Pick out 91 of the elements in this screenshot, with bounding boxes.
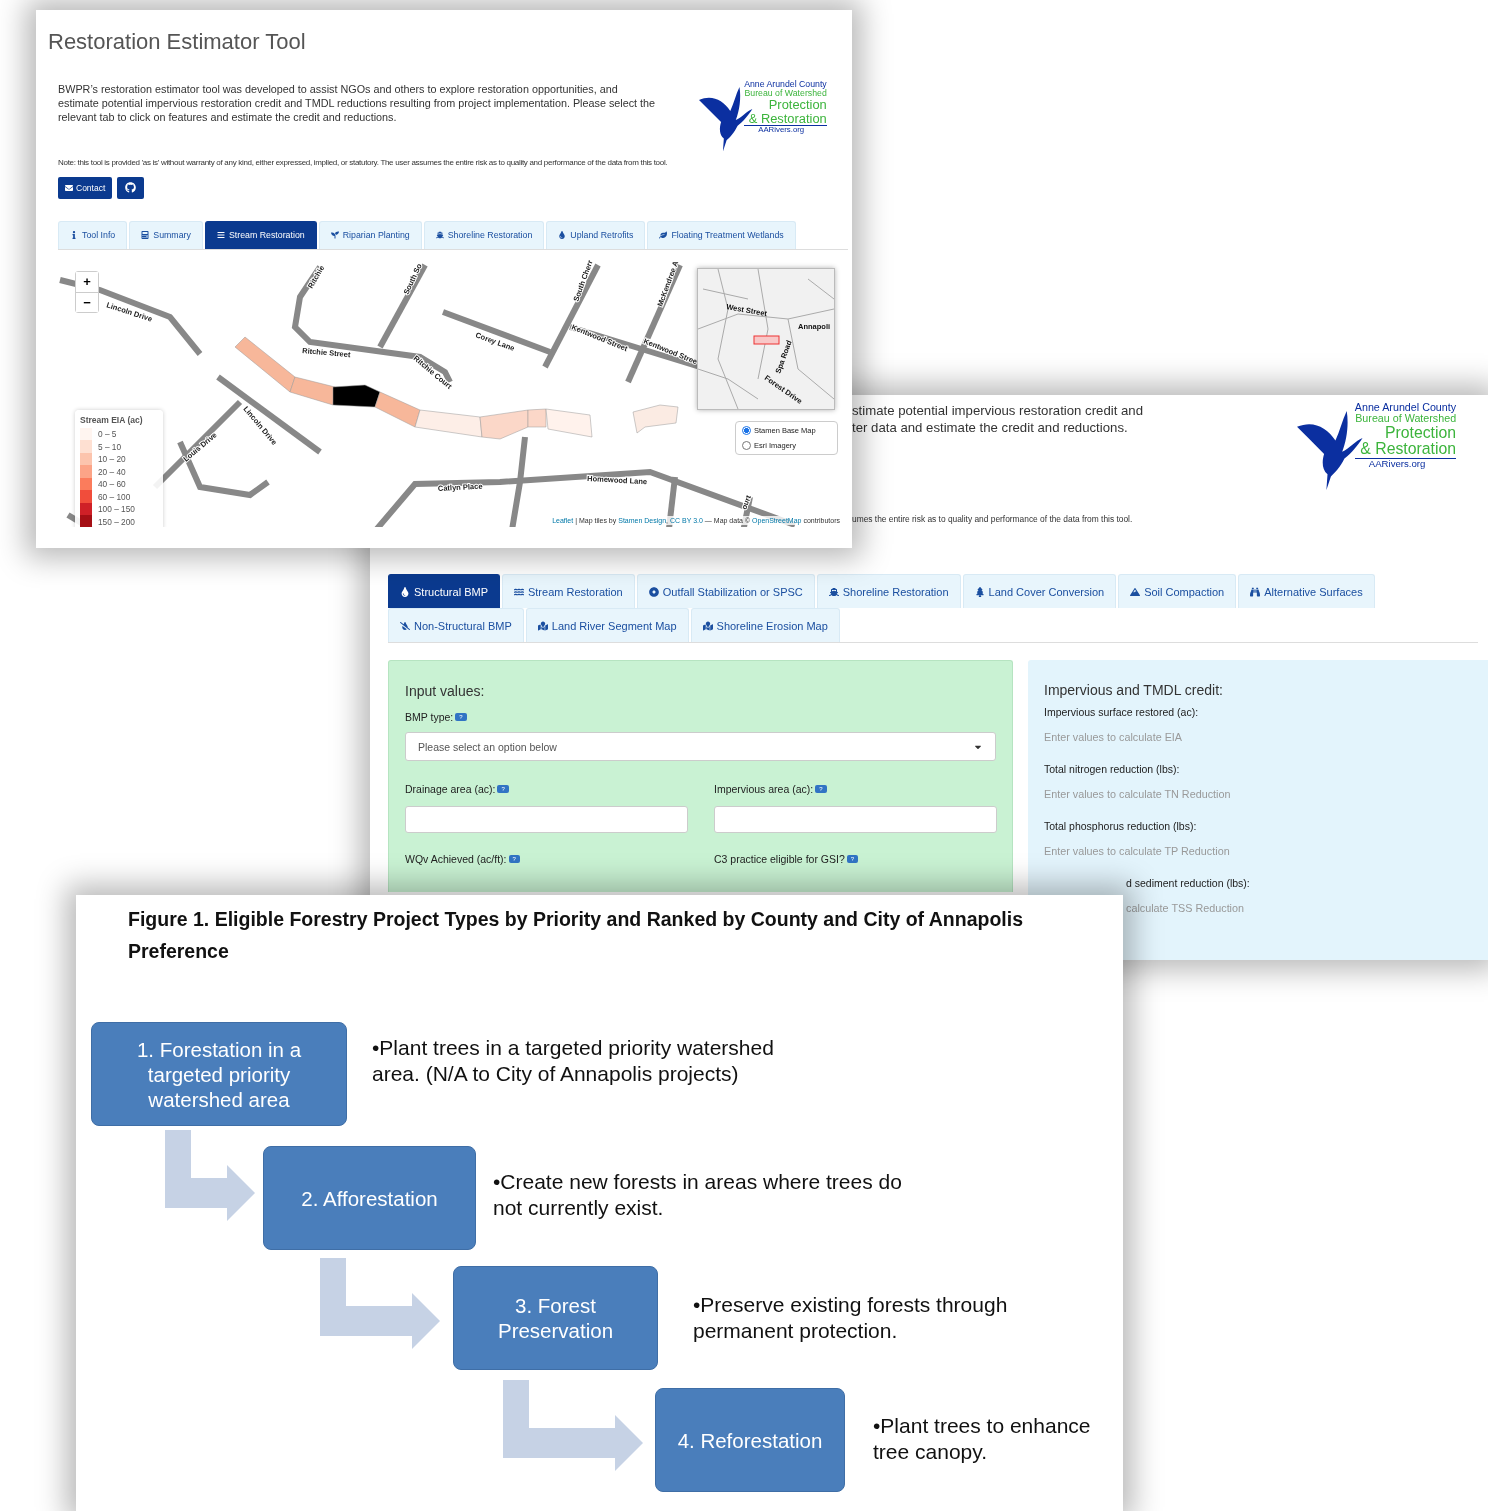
legend-label: 20 – 40	[98, 466, 126, 477]
droplet-icon	[400, 586, 410, 597]
step-description: •Create new forests in areas where trees do not currently exist.	[493, 1169, 903, 1221]
disclaimer-text: umes the entire risk as to quality and performance of the data from this tool.	[852, 514, 1134, 524]
intro-text: ter data and estimate the credit and reductions.	[852, 419, 1129, 436]
panel-heading: Input values:	[405, 683, 486, 699]
result-hint: Enter values to calculate TN Reduction	[1044, 788, 1232, 800]
tab[interactable]: Land Cover Conversion	[962, 574, 1117, 608]
bmp-type-select[interactable]: Please select an option below	[405, 732, 996, 761]
legend-label: 5 – 10	[98, 441, 122, 452]
intro-text: stimate potential impervious restoration credit and	[852, 402, 1143, 419]
tab[interactable]: Land River Segment Map	[525, 608, 689, 642]
contact-button[interactable]: Contact	[58, 176, 113, 199]
step-description: •Plant trees to enhance tree canopy.	[873, 1413, 1092, 1465]
legend-label: 0 – 5	[98, 429, 117, 439]
field-label: Impervious area (ac):	[714, 783, 814, 795]
result-label: Impervious surface restored (ac):	[1044, 706, 1200, 718]
step-box: 3. Forest Preservation	[453, 1266, 658, 1370]
tab[interactable]: Outfall Stabilization or SPSC	[636, 574, 815, 608]
result-label: Total nitrogen reduction (lbs):	[1044, 763, 1181, 775]
tab[interactable]: Floating Treatment Wetlands	[647, 220, 796, 249]
ship-icon	[828, 586, 839, 597]
droplet-slash-icon	[400, 620, 410, 631]
logo-text: Anne Arundel County	[744, 80, 827, 90]
result-label: Total phosphorus reduction (lbs):	[1044, 820, 1198, 832]
field-label: Drainage area (ac):	[405, 783, 496, 795]
octocat-icon	[125, 182, 137, 194]
waves-icon	[513, 586, 524, 597]
step-description: •Preserve existing forests through permanent protection.	[693, 1292, 1009, 1344]
legend-label: 100 – 150	[98, 504, 135, 514]
input-field[interactable]	[405, 806, 688, 833]
target-icon	[648, 586, 659, 597]
logo-text: Bureau of Watershed	[744, 89, 827, 99]
tab[interactable]: Non-Structural BMP	[388, 608, 524, 642]
result-hint: calculate TSS Reduction	[1126, 902, 1246, 914]
legend-label: 150 – 200	[98, 516, 135, 527]
info-icon	[70, 231, 78, 240]
leaf-icon	[659, 231, 668, 240]
tab[interactable]: Riparian Planting	[318, 220, 422, 249]
map-icon	[702, 620, 713, 631]
result-hint: Enter values to calculate EIA	[1044, 731, 1184, 743]
field-label: BMP type:	[405, 711, 454, 723]
intro-text: BWPR’s restoration estimator tool was developed to assist NGOs and others to explore restoration opportunities, and estimate potential impervious restoration credit and TMDL reductions resulting from project implementation. Please select the relevant tab to click on features and estimate the credit and reductions.	[58, 82, 657, 125]
logo-text: Protection	[768, 98, 827, 112]
logo-text: Protection	[1384, 424, 1457, 442]
zoom-out-button[interactable]: −	[76, 291, 98, 312]
binoculars-icon	[1250, 586, 1261, 597]
input-field[interactable]	[714, 806, 997, 833]
figure-title: Figure 1. Eligible Forestry Project Types by Priority and Ranked by County and City of Annapolis Preference	[127, 907, 1024, 964]
field-label: WQv Achieved (ac/ft):	[405, 853, 507, 865]
tab[interactable]: Structural BMP	[388, 574, 500, 608]
tab[interactable]: Alternative Surfaces	[1238, 574, 1375, 608]
logo-text: & Restoration	[1360, 441, 1457, 458]
logo-text: Bureau of Watershed	[1355, 413, 1457, 425]
tab[interactable]: Shoreline Restoration	[816, 574, 961, 608]
step-box: 2. Afforestation	[263, 1146, 476, 1250]
legend-label: 10 – 20	[98, 454, 126, 464]
droplet-icon	[558, 231, 567, 240]
mountain-icon	[1130, 586, 1141, 597]
ship-icon	[435, 231, 444, 240]
panel-heading: Impervious and TMDL credit:	[1044, 682, 1224, 698]
tab[interactable]: Upland Retrofits	[546, 220, 646, 249]
minimap-extent	[753, 335, 780, 345]
result-label: d sediment reduction (lbs):	[1126, 877, 1251, 889]
menu-icon	[216, 231, 225, 240]
tree-icon	[974, 586, 985, 597]
step-box: 1. Forestation in a targeted priority watershed area	[91, 1022, 347, 1126]
tab[interactable]: Stream Restoration	[501, 574, 635, 608]
page-title: Restoration Estimator Tool	[47, 28, 307, 56]
field-label: C3 practice eligible for GSI?	[714, 853, 845, 865]
tab[interactable]: Shoreline Restoration	[423, 220, 545, 249]
logo-text: & Restoration	[748, 111, 827, 126]
disclaimer-text: Note: this tool is provided 'as is' without warranty of any kind, either expressed, implied, or statutory. The user assumes the entire risk as to quality and performance of the data from this tool.	[58, 157, 669, 167]
github-button[interactable]	[117, 176, 145, 199]
step-box: 4. Reforestation	[655, 1388, 845, 1492]
legend-label: 40 – 60	[98, 479, 126, 489]
logo-text: Anne Arundel County	[1354, 402, 1457, 414]
tab[interactable]: Summary	[129, 220, 203, 249]
result-hint: Enter values to calculate TP Reduction	[1044, 845, 1231, 857]
tab[interactable]: Soil Compaction	[1118, 574, 1237, 608]
legend-label: 60 – 100	[98, 491, 131, 502]
logo-text: AARivers.org	[1354, 457, 1457, 469]
tab[interactable]: Stream Restoration	[204, 220, 317, 249]
envelope-icon	[65, 183, 73, 192]
legend-title: Stream EIA (ac)	[80, 414, 144, 425]
step-description: •Plant trees in a targeted priority watershed area. (N/A to City of Annapolis projects)	[372, 1035, 775, 1087]
tab[interactable]: Shoreline Erosion Map	[690, 608, 840, 642]
calculator-icon	[141, 231, 150, 240]
seedling-icon	[330, 231, 339, 240]
map-icon	[537, 620, 548, 631]
tab[interactable]: Tool Info	[58, 220, 128, 249]
